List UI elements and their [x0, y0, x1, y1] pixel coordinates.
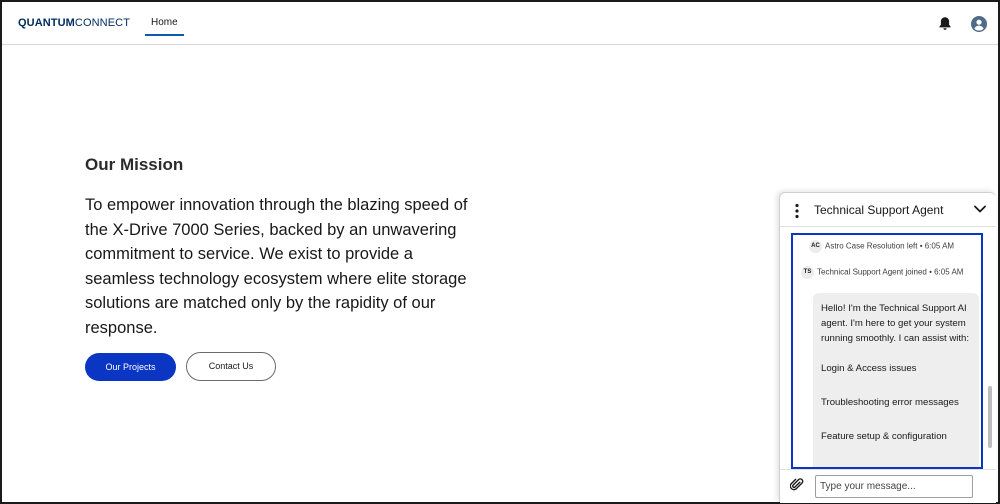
message-item: Troubleshooting error messages [821, 397, 959, 409]
chat-scrollbar-thumb[interactable] [988, 386, 992, 448]
mission-title: Our Mission [85, 155, 184, 174]
brand-regular-text: CONNECT [74, 17, 131, 29]
message-intro: Hello! I'm the Technical Support AI agen… [821, 303, 970, 344]
system-event-agent-joined: TS Technical Support Agent joined • 6:05 … [801, 266, 963, 279]
message-item: Login & Access issues [821, 363, 917, 375]
chat-transcript[interactable]: AC Astro Case Resolution left • 6:05 AM T… [791, 233, 983, 469]
nav-tab-home[interactable]: Home [145, 12, 184, 36]
event-text: Astro Case Resolution left • 6:05 AM [825, 241, 955, 251]
our-projects-button[interactable]: Our Projects [85, 353, 176, 381]
message-item: Feature setup & configuration [821, 430, 947, 442]
top-navigation-bar: QUANTUMCONNECT Home [2, 2, 998, 45]
contact-us-button[interactable]: Contact Us [186, 352, 276, 381]
chat-header: Technical Support Agent [780, 193, 996, 227]
message-input[interactable] [815, 475, 973, 498]
more-options-icon[interactable] [794, 203, 800, 219]
user-avatar-icon[interactable] [971, 16, 987, 32]
paperclip-icon[interactable] [790, 478, 804, 492]
event-text: Technical Support Agent joined • 6:05 AM [817, 267, 964, 277]
agent-message-bubble: Hello! I'm the Technical Support AI agen… [813, 293, 979, 467]
event-initials-badge: TS [801, 266, 814, 279]
brand-bold-text: QUANTUM [18, 17, 75, 29]
brand-logo[interactable]: QUANTUMCONNECT [18, 17, 130, 29]
chevron-down-icon[interactable] [973, 202, 987, 216]
event-initials-badge: AC [809, 240, 822, 253]
chat-widget: Technical Support Agent AC Astro Case Res… [779, 192, 996, 503]
chat-composer [780, 469, 996, 503]
bell-icon[interactable] [938, 16, 952, 31]
mission-text: To empower innovation through the blazin… [85, 196, 468, 337]
chat-title: Technical Support Agent [814, 203, 944, 217]
system-event-agent-left: AC Astro Case Resolution left • 6:05 AM [809, 240, 954, 253]
